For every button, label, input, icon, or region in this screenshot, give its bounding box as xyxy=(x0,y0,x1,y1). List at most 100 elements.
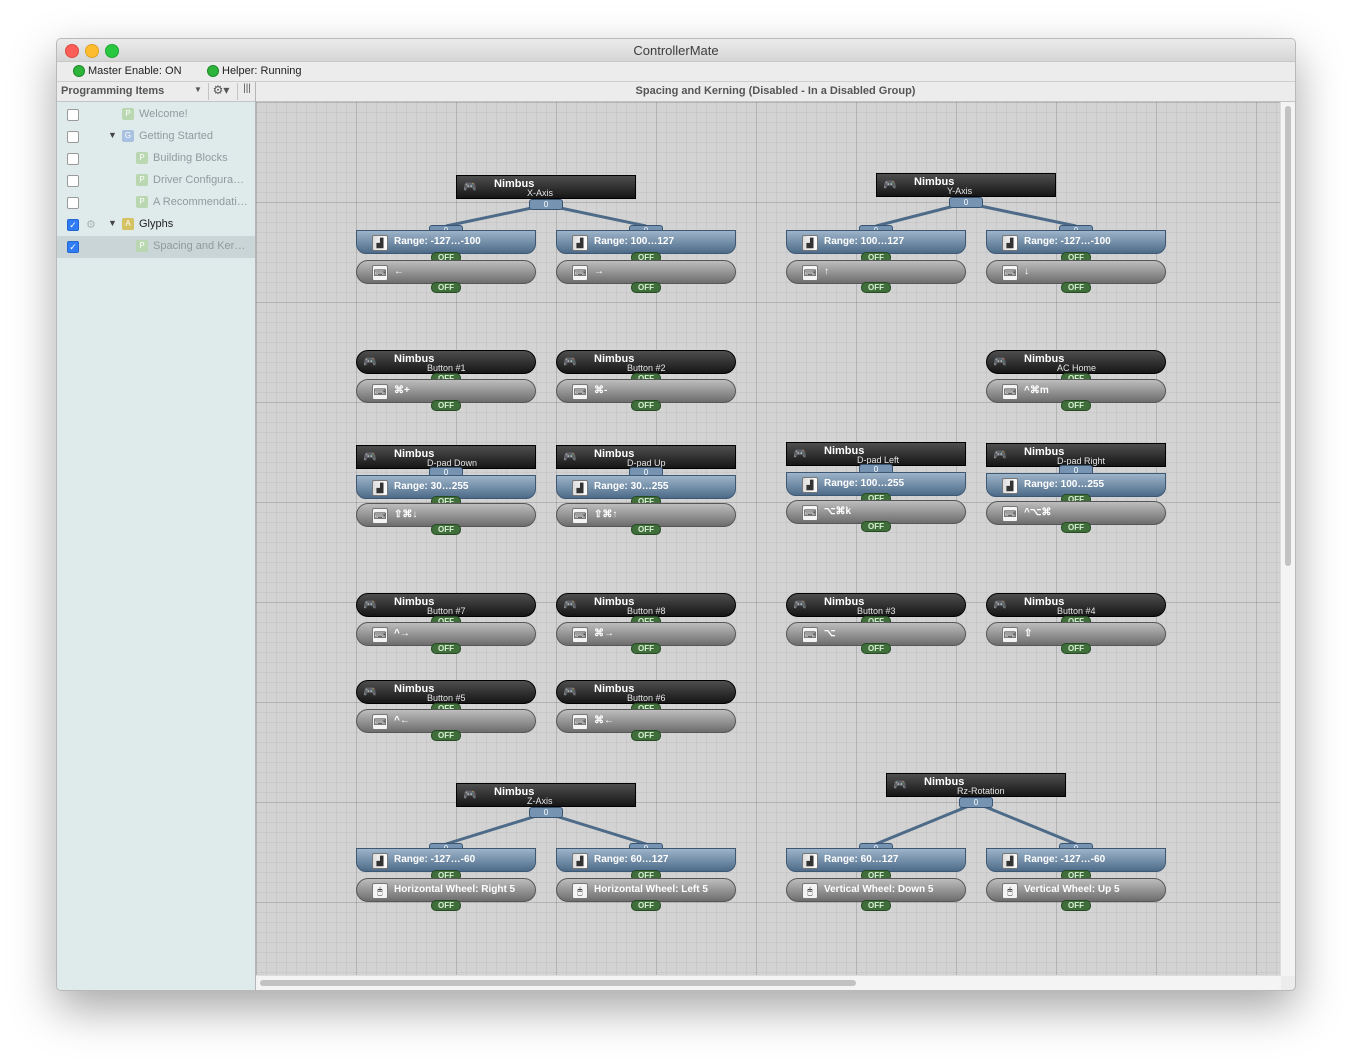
keystroke-icon: ⌨ xyxy=(802,627,818,643)
main-area: Spacing and Kerning (Disabled - In a Dis… xyxy=(256,82,1295,990)
keystroke-output-block[interactable]: ⌨ → xyxy=(556,260,736,284)
horizontal-scroll-thumb[interactable] xyxy=(260,980,856,986)
master-enable-status[interactable]: Master Enable: ON xyxy=(73,65,182,77)
device-element-label: AC Home xyxy=(1057,363,1097,373)
device-block[interactable]: 🎮 Nimbus Button #8 xyxy=(556,593,736,617)
gear-icon[interactable]: ⚙▾ xyxy=(208,83,233,100)
keystroke-icon: ⌨ xyxy=(1002,265,1018,281)
range-block[interactable]: ▟ Range: 60…127 xyxy=(786,848,966,872)
app-window: ControllerMate Master Enable: ON Helper:… xyxy=(56,38,1296,991)
device-block[interactable]: 🎮 Nimbus Button #7 xyxy=(356,593,536,617)
gamepad-icon: 🎮 xyxy=(363,356,377,368)
off-indicator: OFF xyxy=(631,282,661,293)
range-block[interactable]: ▟ Range: -127…-60 xyxy=(986,848,1166,872)
range-label: Range: 100…255 xyxy=(1024,479,1105,490)
columns-icon[interactable]: ||| xyxy=(237,83,256,100)
sidebar-item-glyphs[interactable]: ✓ ⚙ ▼ A Glyphs xyxy=(57,214,255,236)
sidebar-item-welcome[interactable]: P Welcome! xyxy=(57,104,255,126)
output-label: ↑ xyxy=(824,266,829,277)
zero-value-connector[interactable]: 0 xyxy=(529,807,563,818)
vertical-scrollbar[interactable] xyxy=(1280,102,1295,976)
device-block[interactable]: 🎮 Nimbus AC Home xyxy=(986,350,1166,374)
device-block[interactable]: 🎮 Nimbus Button #4 xyxy=(986,593,1166,617)
disclosure-triangle-icon[interactable]: ▼ xyxy=(108,130,117,140)
programming-page-icon: P xyxy=(136,240,148,252)
gamepad-icon: 🎮 xyxy=(463,181,477,193)
range-block[interactable]: ▟ Range: -127…-60 xyxy=(356,848,536,872)
off-indicator: OFF xyxy=(631,643,661,654)
chevron-down-icon[interactable]: ▼ xyxy=(194,85,202,94)
keystroke-output-block[interactable]: ⌨ ↑ xyxy=(786,260,966,284)
keystroke-output-block[interactable]: 🖱 Horizontal Wheel: Left 5 xyxy=(556,878,736,902)
enable-checkbox[interactable] xyxy=(67,153,79,165)
range-block[interactable]: ▟ Range: 100…127 xyxy=(556,230,736,254)
keystroke-output-block[interactable]: ⌨ ↓ xyxy=(986,260,1166,284)
range-icon: ▟ xyxy=(572,480,588,496)
zero-value-connector[interactable]: 0 xyxy=(959,797,993,808)
off-indicator: OFF xyxy=(861,282,891,293)
sidebar-item-recommendation[interactable]: P A Recommendati… xyxy=(57,192,255,214)
off-indicator: OFF xyxy=(431,730,461,741)
device-block[interactable]: 🎮 Nimbus D-pad Up xyxy=(556,445,736,469)
device-block[interactable]: 🎮 Nimbus Button #2 xyxy=(556,350,736,374)
enable-checkbox[interactable]: ✓ xyxy=(67,219,79,231)
helper-status[interactable]: Helper: Running xyxy=(207,65,302,77)
device-block[interactable]: 🎮 Nimbus D-pad Left xyxy=(786,442,966,466)
keystroke-output-block[interactable]: 🖱 Horizontal Wheel: Right 5 xyxy=(356,878,536,902)
off-indicator: OFF xyxy=(431,643,461,654)
enable-checkbox[interactable] xyxy=(67,197,79,209)
programming-canvas[interactable]: 🎮NimbusX-Axis00▟Range: -127…-100OFF⌨←OFF… xyxy=(256,102,1281,976)
device-block[interactable]: 🎮 Nimbus Button #1 xyxy=(356,350,536,374)
keystroke-icon: ⌨ xyxy=(372,384,388,400)
device-block[interactable]: 🎮 Nimbus Button #3 xyxy=(786,593,966,617)
device-block[interactable]: 🎮 Nimbus Y-Axis xyxy=(876,173,1056,197)
enable-checkbox[interactable]: ✓ xyxy=(67,241,79,253)
device-element-label: Button #2 xyxy=(627,363,666,373)
keystroke-icon: ⌨ xyxy=(802,265,818,281)
range-block[interactable]: ▟ Range: 60…127 xyxy=(556,848,736,872)
keystroke-icon: ⌨ xyxy=(572,508,588,524)
sidebar-item-label: Spacing and Ker… xyxy=(153,240,246,252)
disclosure-triangle-icon[interactable]: ▼ xyxy=(108,218,117,228)
range-block[interactable]: ▟ Range: 100…127 xyxy=(786,230,966,254)
enable-checkbox[interactable] xyxy=(67,109,79,121)
range-icon: ▟ xyxy=(802,235,818,251)
sidebar-item-getting-started[interactable]: ▼ G Getting Started xyxy=(57,126,255,148)
keystroke-icon: ⌨ xyxy=(372,508,388,524)
vertical-scroll-thumb[interactable] xyxy=(1285,106,1291,566)
output-label: ⌘← xyxy=(594,715,614,726)
enable-checkbox[interactable] xyxy=(67,131,79,143)
device-block[interactable]: 🎮 Nimbus D-pad Right xyxy=(986,443,1166,467)
device-element-label: Y-Axis xyxy=(947,186,973,196)
zero-value-connector[interactable]: 0 xyxy=(529,199,563,210)
sidebar-title[interactable]: Programming Items xyxy=(61,85,164,97)
keystroke-output-block[interactable]: 🖱 Vertical Wheel: Down 5 xyxy=(786,878,966,902)
device-block[interactable]: 🎮 Nimbus X-Axis xyxy=(456,175,636,199)
sidebar-item-spacing-and-kerning[interactable]: ✓ P Spacing and Ker… xyxy=(57,236,255,258)
keystroke-output-block[interactable]: ⌨ ← xyxy=(356,260,536,284)
range-block[interactable]: ▟ Range: -127…-100 xyxy=(986,230,1166,254)
programming-page-icon: P xyxy=(122,108,134,120)
gear-icon: ⚙ xyxy=(86,219,96,231)
range-block[interactable]: ▟ Range: -127…-100 xyxy=(356,230,536,254)
enable-checkbox[interactable] xyxy=(67,175,79,187)
keystroke-icon: ⌨ xyxy=(372,714,388,730)
zero-value-connector[interactable]: 0 xyxy=(949,197,983,208)
off-indicator: OFF xyxy=(1061,282,1091,293)
gamepad-icon: 🎮 xyxy=(893,779,907,791)
device-block[interactable]: 🎮 Nimbus D-pad Down xyxy=(356,445,536,469)
sidebar-item-driver-configuration[interactable]: P Driver Configura… xyxy=(57,170,255,192)
device-block[interactable]: 🎮 Nimbus Button #6 xyxy=(556,680,736,704)
device-block[interactable]: 🎮 Nimbus Button #5 xyxy=(356,680,536,704)
off-indicator: OFF xyxy=(631,524,661,535)
sidebar-item-building-blocks[interactable]: P Building Blocks xyxy=(57,148,255,170)
device-block[interactable]: 🎮 Nimbus Rz-Rotation xyxy=(886,773,1066,797)
output-label: ^⌥⌘ xyxy=(1024,507,1052,518)
gamepad-icon: 🎮 xyxy=(793,448,807,460)
off-indicator: OFF xyxy=(861,900,891,911)
off-indicator: OFF xyxy=(431,900,461,911)
device-block[interactable]: 🎮 Nimbus Z-Axis xyxy=(456,783,636,807)
keystroke-output-block[interactable]: 🖱 Vertical Wheel: Up 5 xyxy=(986,878,1166,902)
horizontal-scrollbar[interactable] xyxy=(256,975,1281,990)
output-label: ⇧⌘↑ xyxy=(594,509,618,520)
